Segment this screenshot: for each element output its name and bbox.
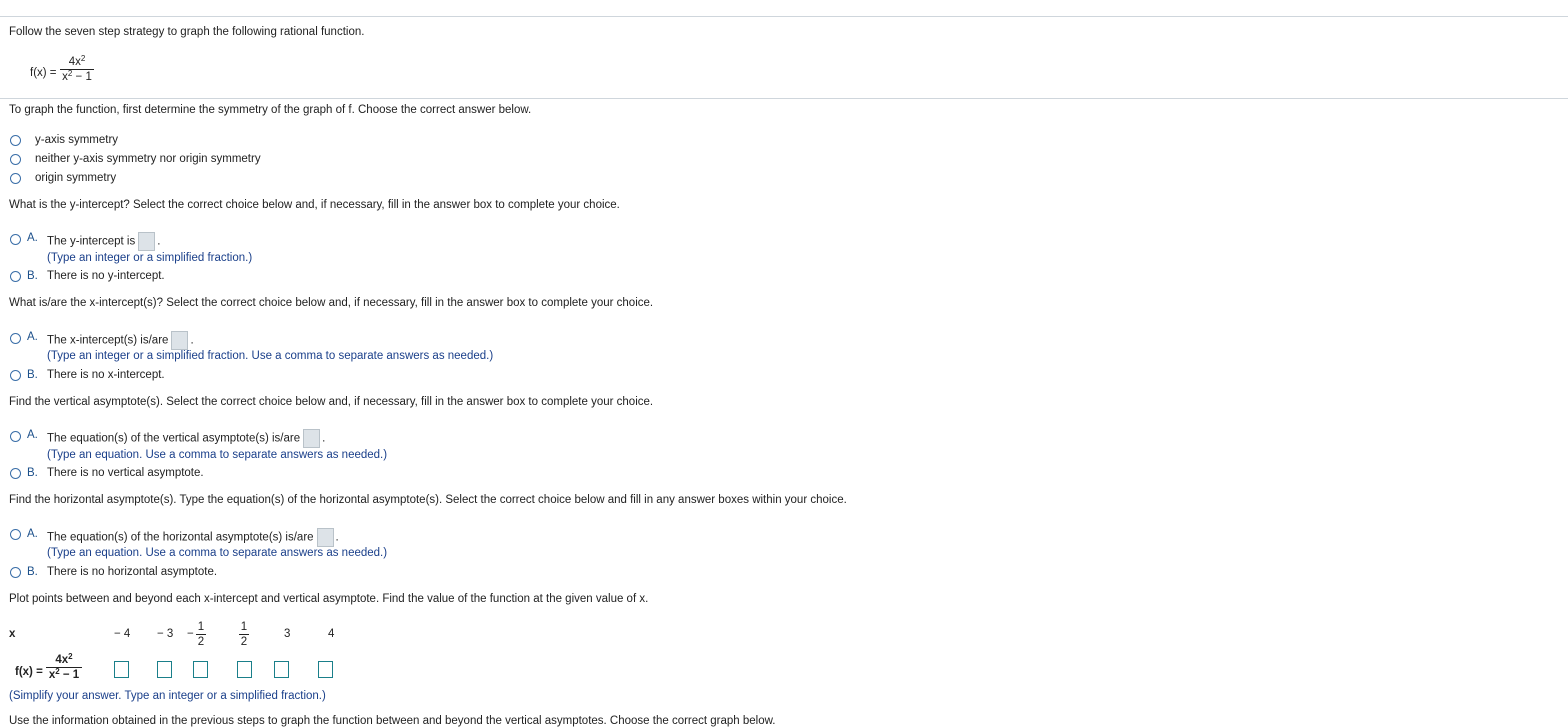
x-intercept-b-letter: B. [27, 369, 38, 381]
final-question: Use the information obtained in the prev… [9, 715, 776, 727]
horizontal-asymptote-answer-box[interactable] [316, 528, 334, 547]
x-intercept-b-radio[interactable] [10, 370, 21, 381]
x-intercept-hint: (Type an integer or a simplified fractio… [47, 350, 494, 362]
x-value-neg-half-sign: − [187, 628, 194, 640]
x-value-4: 4 [328, 628, 335, 640]
x-value-neg4: − 4 [114, 628, 131, 640]
x-value-neg3: − 3 [157, 628, 174, 640]
symmetry-option-2-label[interactable]: neither y-axis symmetry nor origin symme… [35, 153, 261, 165]
vertical-a-choice: The equation(s) of the vertical asymptot… [47, 429, 325, 448]
vertical-asymptote-question: Find the vertical asymptote(s). Select t… [9, 396, 654, 408]
vertical-b-radio[interactable] [10, 468, 21, 479]
x-value-neg-half: 1 2 [196, 621, 206, 648]
y-intercept-question: What is the y-intercept? Select the corr… [9, 199, 620, 211]
symmetry-option-1-radio[interactable] [10, 135, 21, 146]
top-divider [0, 16, 1568, 17]
y-intercept-a-choice: The y-intercept is. [47, 232, 160, 251]
x-value-pos-half: 1 2 [239, 621, 249, 648]
horizontal-a-radio[interactable] [10, 529, 21, 540]
symmetry-question: To graph the function, first determine t… [9, 104, 532, 116]
vertical-asymptote-answer-box[interactable] [303, 429, 321, 448]
y-intercept-hint: (Type an integer or a simplified fractio… [47, 252, 253, 264]
horizontal-b-label[interactable]: There is no horizontal asymptote. [47, 566, 217, 578]
table-fx-label: f(x) = [15, 666, 43, 678]
horizontal-b-letter: B. [27, 566, 38, 578]
y-intercept-answer-box[interactable] [138, 232, 156, 251]
symmetry-option-3-label[interactable]: origin symmetry [35, 172, 116, 184]
x-intercept-a-letter: A. [27, 331, 38, 343]
symmetry-option-3-radio[interactable] [10, 173, 21, 184]
vertical-a-letter: A. [27, 429, 38, 441]
y-intercept-b-letter: B. [27, 270, 38, 282]
intro-text: Follow the seven step strategy to graph … [9, 26, 365, 38]
x-intercept-a-radio[interactable] [10, 333, 21, 344]
table-x-label: x [9, 628, 16, 640]
fx-answer-box-pos-half[interactable] [237, 661, 252, 678]
y-intercept-b-radio[interactable] [10, 271, 21, 282]
horizontal-a-choice: The equation(s) of the horizontal asympt… [47, 528, 339, 547]
x-intercept-b-label[interactable]: There is no x-intercept. [47, 369, 165, 381]
y-intercept-a-radio[interactable] [10, 234, 21, 245]
fx-answer-box-neg4[interactable] [114, 661, 129, 678]
horizontal-asymptote-question: Find the horizontal asymptote(s). Type t… [9, 494, 847, 506]
fx-answer-box-3[interactable] [274, 661, 289, 678]
symmetry-option-2-radio[interactable] [10, 154, 21, 165]
y-intercept-a-letter: A. [27, 232, 38, 244]
fx-answer-box-neg3[interactable] [157, 661, 172, 678]
fx-answer-box-neg-half[interactable] [193, 661, 208, 678]
vertical-b-label[interactable]: There is no vertical asymptote. [47, 467, 204, 479]
vertical-a-radio[interactable] [10, 431, 21, 442]
y-intercept-b-label[interactable]: There is no y-intercept. [47, 270, 165, 282]
x-value-3: 3 [284, 628, 291, 640]
x-intercept-answer-box[interactable] [171, 331, 189, 350]
function-divider [0, 98, 1568, 99]
x-intercept-a-choice: The x-intercept(s) is/are. [47, 331, 194, 350]
horizontal-hint: (Type an equation. Use a comma to separa… [47, 547, 388, 559]
vertical-b-letter: B. [27, 467, 38, 479]
symmetry-option-1-label[interactable]: y-axis symmetry [35, 134, 118, 146]
plot-question: Plot points between and beyond each x-in… [9, 593, 649, 605]
function-lhs: f(x) = [30, 67, 57, 79]
table-fx-fraction: 4x2 x2 − 1 [46, 653, 82, 681]
horizontal-a-letter: A. [27, 528, 38, 540]
table-hint: (Simplify your answer. Type an integer o… [9, 690, 326, 702]
vertical-hint: (Type an equation. Use a comma to separa… [47, 449, 388, 461]
function-fraction: 4x2 x2 − 1 [60, 55, 94, 83]
horizontal-b-radio[interactable] [10, 567, 21, 578]
x-intercept-question: What is/are the x-intercept(s)? Select t… [9, 297, 654, 309]
fx-answer-box-4[interactable] [318, 661, 333, 678]
